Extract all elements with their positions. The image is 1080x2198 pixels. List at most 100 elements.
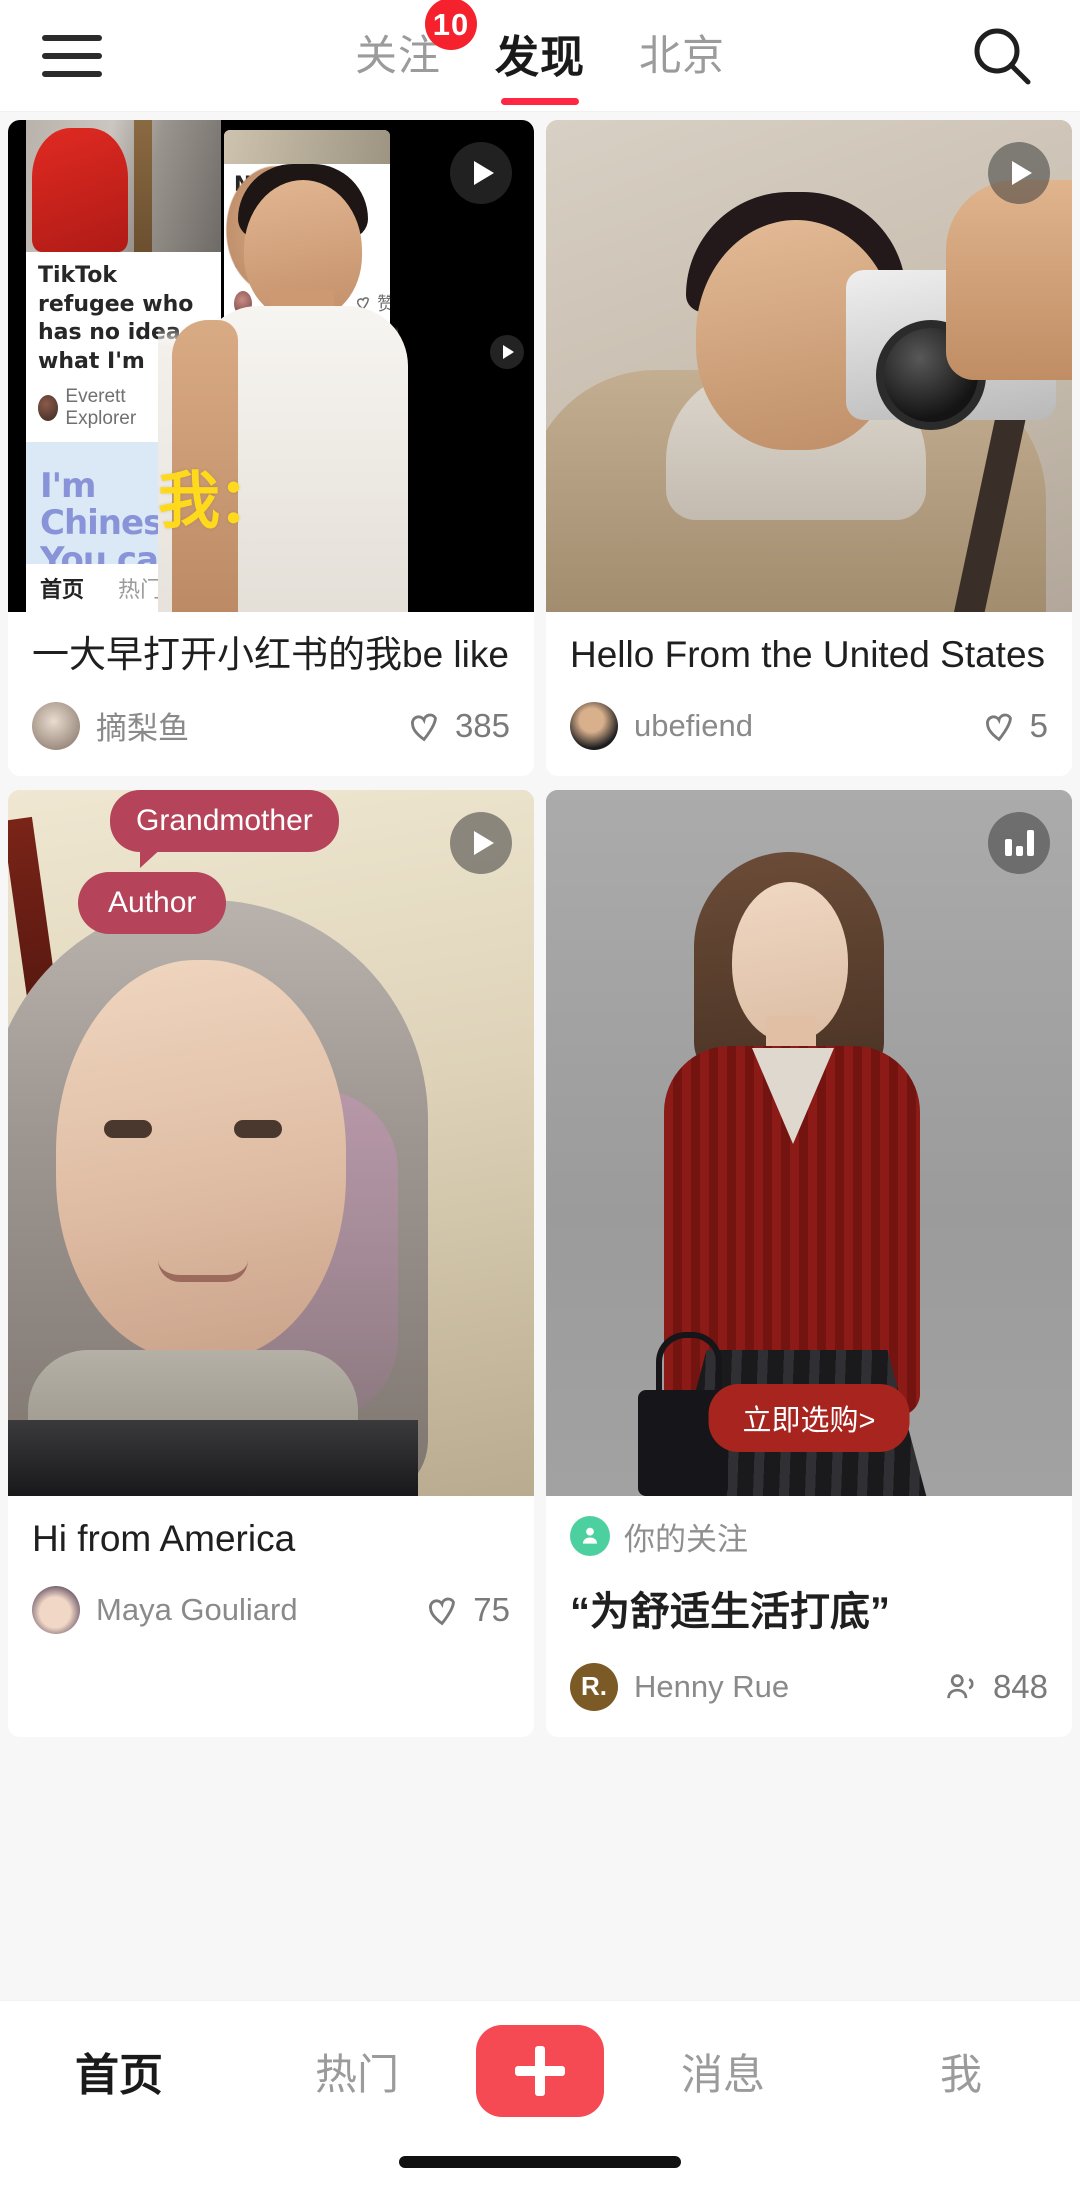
like-button[interactable]: 385 <box>405 707 510 745</box>
nested-post-b-author-name: Tiara Hernandez <box>258 282 347 324</box>
nested-post-author-name: Everett Explorer <box>65 386 137 430</box>
avatar <box>32 1585 80 1634</box>
nav-item-profile[interactable]: 我 <box>842 2029 1080 2113</box>
like-count: 385 <box>454 706 510 744</box>
nested-post-c-like-count: 40 <box>359 464 380 485</box>
like-button[interactable]: 75 <box>423 1591 510 1629</box>
card-author[interactable]: 摘梨鱼 <box>32 701 189 750</box>
home-indicator <box>399 2156 681 2168</box>
photo-model-red-cardigan: 立即选购> <box>546 789 1072 1496</box>
heart-icon <box>429 1597 456 1626</box>
nested-post-like-count: 5 <box>198 397 209 419</box>
followers-count-value: 848 <box>992 1667 1048 1705</box>
play-icon[interactable] <box>988 142 1050 204</box>
nested-bottom-nav: 首页 热门 <box>26 564 221 612</box>
card-media[interactable]: 立即选购> <box>546 789 1072 1496</box>
card-author[interactable]: R. Henny Rue <box>570 1662 790 1711</box>
feed-card[interactable]: TikTok refugee who has no idea what I'm … <box>8 120 534 776</box>
nav-item-trending[interactable]: 热门 <box>238 2029 476 2113</box>
avatar-initial: R. <box>581 1671 607 1702</box>
card-body: Hi from America Maya Gouliard 75 <box>8 1496 534 1660</box>
nested-post-caption: TikTok refugee who has no idea what I'm <box>38 263 194 374</box>
nested-like-label: 赞 <box>377 294 390 315</box>
card-body: 你的关注 “为舒适生活打底” R. Henny Rue 848 <box>546 1496 1072 1737</box>
card-author[interactable]: Maya Gouliard <box>32 1585 298 1634</box>
followers-count[interactable]: 848 <box>943 1668 1048 1706</box>
tab-beijing[interactable]: 北京 <box>639 22 725 89</box>
nav-item-home[interactable]: 首页 <box>0 2029 238 2113</box>
nested-feed-right-column: New here where are my people at? Tiara H… <box>224 130 390 600</box>
overlay-caption-text: 我： <box>158 464 280 537</box>
nav-item-messages[interactable]: 消息 <box>604 2029 842 2113</box>
photo-woman-selfie: Grandmother Author <box>8 789 534 1496</box>
shop-now-button[interactable]: 立即选购> <box>708 1383 910 1452</box>
nested-post-c-likes: 40 <box>337 464 380 485</box>
card-media[interactable]: TikTok refugee who has no idea what I'm … <box>8 120 534 612</box>
create-post-button[interactable] <box>476 2025 604 2117</box>
play-icon[interactable] <box>450 811 512 874</box>
card-author-name: 摘梨鱼 <box>96 711 189 747</box>
avatar <box>38 395 59 422</box>
overlay-badge-author: Author <box>78 871 227 934</box>
card-author[interactable]: ubefiend <box>570 701 753 750</box>
like-count: 5 <box>1029 706 1048 744</box>
nested-post-likes: 5 <box>172 397 209 419</box>
card-meta: R. Henny Rue 848 <box>570 1662 1048 1711</box>
tab-guanzhu-badge: 10 <box>425 0 477 50</box>
card-media[interactable] <box>546 120 1072 612</box>
following-label: 你的关注 <box>624 1521 748 1557</box>
nested-post-c-photo <box>224 342 390 461</box>
people-icon <box>947 1674 974 1699</box>
play-icon[interactable] <box>450 142 512 204</box>
nested-nav-item-shouye: 首页 <box>40 577 85 602</box>
app-header: 关注 10 发现 北京 <box>0 0 1080 112</box>
tab-faxian-label: 发现 <box>495 32 585 82</box>
bar-chart-bars <box>1004 829 1034 856</box>
mouth <box>158 1260 248 1282</box>
person-icon <box>570 1516 610 1557</box>
bar-chart-icon[interactable] <box>988 811 1050 874</box>
nested-post-author: Everett Explorer <box>38 386 172 430</box>
nested-post-photo <box>224 130 390 164</box>
search-icon[interactable] <box>968 22 1036 90</box>
hamburger-icon[interactable] <box>42 34 102 77</box>
nested-post-photo <box>26 120 221 252</box>
card-author-name: Henny Rue <box>634 1668 790 1704</box>
play-triangle <box>473 161 494 185</box>
like-count: 75 <box>473 1590 510 1628</box>
card-title[interactable]: “为舒适生活打底” <box>570 1579 1048 1637</box>
like-button[interactable]: 5 <box>980 707 1048 745</box>
nested-play-icon <box>490 335 524 369</box>
feed-card[interactable]: 立即选购> 你的关注 “为舒适生活打底” R. Henny Rue 848 <box>546 789 1072 1737</box>
tab-beijing-label: 北京 <box>639 32 726 79</box>
nested-post-b-caption: New here where are my people at? <box>234 172 358 273</box>
jacket <box>8 1419 418 1496</box>
tab-guanzhu[interactable]: 关注 10 <box>355 0 477 89</box>
face <box>56 959 346 1360</box>
card-body: 一大早打开小红书的我be like 摘梨鱼 385 <box>8 612 534 776</box>
avatar: R. <box>570 1662 618 1711</box>
nested-post-b-like-label: 赞 <box>354 290 390 316</box>
card-title[interactable]: Hi from America <box>32 1514 510 1564</box>
avatar <box>234 290 252 316</box>
overlay-badge-grandmother: Grandmother <box>110 789 339 868</box>
following-badge: 你的关注 <box>570 1514 1048 1559</box>
play-triangle <box>1011 161 1032 185</box>
tab-faxian[interactable]: 发现 <box>495 21 585 105</box>
heart-icon <box>985 713 1012 742</box>
card-media[interactable]: Grandmother Author <box>8 789 534 1496</box>
card-title[interactable]: Hello From the United States <box>570 630 1048 680</box>
avatar <box>32 701 80 750</box>
heart-icon <box>410 713 437 742</box>
card-meta: ubefiend 5 <box>570 701 1048 750</box>
card-meta: Maya Gouliard 75 <box>32 1585 510 1634</box>
nested-post-b-author: Tiara Hernandez <box>234 282 354 324</box>
card-title[interactable]: 一大早打开小红书的我be like <box>32 630 510 680</box>
card-meta: 摘梨鱼 385 <box>32 701 510 750</box>
feed-card[interactable]: Hello From the United States ubefiend 5 <box>546 120 1072 776</box>
feed-card[interactable]: Grandmother Author Hi from America Maya … <box>8 789 534 1737</box>
nested-post-b-meta: Tiara Hernandez 赞 <box>224 278 390 334</box>
eye-right <box>234 1119 282 1138</box>
nested-post-b: New here where are my people at? Tiara H… <box>224 130 390 335</box>
card-author-name: Maya Gouliard <box>96 1591 298 1627</box>
